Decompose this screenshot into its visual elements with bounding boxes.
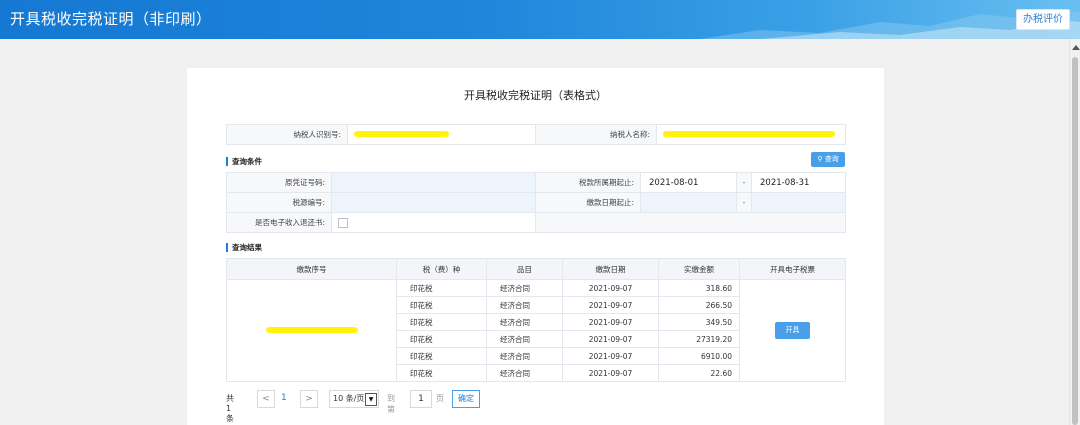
- tax-type-cell: 印花税: [396, 330, 487, 348]
- voucher-label: 原凭证号码:: [226, 172, 332, 193]
- item-cell: 经济合同: [486, 330, 563, 348]
- page-unit-label: 页: [436, 394, 444, 403]
- column-header: 缴款日期: [562, 258, 659, 280]
- current-page[interactable]: 1: [281, 393, 287, 403]
- page-size-select[interactable]: 10 条/页 ▼: [329, 390, 379, 408]
- results-section-title: 查询结果: [226, 243, 262, 252]
- issue-cell: 开具: [739, 279, 846, 382]
- column-header: 缴款序号: [226, 258, 397, 280]
- redaction-mark: [265, 327, 358, 333]
- column-header: 开具电子税票: [739, 258, 846, 280]
- tax-type-cell: 印花税: [396, 347, 487, 365]
- column-header: 税（费）种: [396, 258, 487, 280]
- refund-checkbox-cell: [331, 212, 536, 233]
- app-title: 开具税收完税证明（非印刷）: [10, 10, 212, 28]
- voucher-input[interactable]: [331, 172, 536, 193]
- paydate-label: 缴款日期起止:: [535, 192, 641, 213]
- page-scrollbar[interactable]: [1069, 39, 1080, 425]
- amount-cell: 349.50: [658, 313, 740, 331]
- date-cell: 2021-09-07: [562, 313, 659, 331]
- item-cell: 经济合同: [486, 364, 563, 382]
- item-cell: 经济合同: [486, 279, 563, 297]
- results-table: 缴款序号 税（费）种 品目 缴款日期 实缴金额 开具电子税票 印花税 经济合同 …: [226, 258, 846, 382]
- rate-service-button[interactable]: 办税评价: [1016, 9, 1070, 30]
- date-cell: 2021-09-07: [562, 347, 659, 365]
- table-header-row: 缴款序号 税（费）种 品目 缴款日期 实缴金额 开具电子税票: [226, 258, 846, 280]
- amount-cell: 6910.00: [658, 347, 740, 365]
- total-count: 共 1 条: [226, 394, 234, 423]
- main-card: 开具税收完税证明（表格式） 纳税人识别号: 纳税人名称: 查询条件 ⚲ 查询 原…: [187, 68, 884, 425]
- date-cell: 2021-09-07: [562, 330, 659, 348]
- tax-type-cell: 印花税: [396, 296, 487, 314]
- item-cell: 经济合同: [486, 296, 563, 314]
- date-cell: 2021-09-07: [562, 296, 659, 314]
- amount-cell: 318.60: [658, 279, 740, 297]
- date-cell: 2021-09-07: [562, 364, 659, 382]
- taxpayer-name-label: 纳税人名称:: [535, 124, 657, 145]
- amount-cell: 27319.20: [658, 330, 740, 348]
- period-separator: -: [736, 172, 752, 193]
- page-title: 开具税收完税证明（表格式）: [464, 89, 607, 102]
- confirm-page-button[interactable]: 确定: [452, 390, 480, 408]
- conditions-section-title: 查询条件: [226, 157, 262, 166]
- paydate-end-input[interactable]: [751, 192, 846, 213]
- paydate-start-input[interactable]: [640, 192, 737, 213]
- column-header: 实缴金额: [658, 258, 740, 280]
- goto-page-input[interactable]: 1: [410, 390, 432, 408]
- chevron-down-icon[interactable]: ▼: [365, 393, 377, 406]
- taxpayer-id-value: [347, 124, 536, 145]
- item-cell: 经济合同: [486, 347, 563, 365]
- redaction-mark: [354, 131, 449, 137]
- tax-type-cell: 印花税: [396, 364, 487, 382]
- date-cell: 2021-09-07: [562, 279, 659, 297]
- tax-type-cell: 印花税: [396, 313, 487, 331]
- taxpayer-id-label: 纳税人识别号:: [226, 124, 348, 145]
- query-button[interactable]: ⚲ 查询: [811, 152, 845, 167]
- item-cell: 经济合同: [486, 313, 563, 331]
- table-row: 印花税 经济合同 2021-09-07 318.60 开具: [226, 279, 846, 382]
- issue-button[interactable]: 开具: [775, 322, 810, 339]
- refund-label: 是否电子收入退还书:: [226, 212, 332, 233]
- goto-label: 到第: [387, 394, 395, 414]
- scroll-thumb[interactable]: [1072, 57, 1078, 425]
- period-end-input[interactable]: 2021-08-31: [751, 172, 846, 193]
- paydate-separator: -: [736, 192, 752, 213]
- search-icon: ⚲: [817, 155, 823, 163]
- amount-cell: 22.60: [658, 364, 740, 382]
- empty-cell: [535, 212, 846, 233]
- payment-serial-cell: [226, 279, 397, 382]
- period-start-input[interactable]: 2021-08-01: [640, 172, 737, 193]
- page-size-value: 10 条/页: [333, 394, 365, 403]
- taxpayer-name-value: [656, 124, 846, 145]
- amount-cell: 266.50: [658, 296, 740, 314]
- query-button-label: 查询: [824, 155, 839, 163]
- refund-checkbox[interactable]: [338, 217, 348, 228]
- tax-type-cell: 印花税: [396, 279, 487, 297]
- taxpayer-info-table: 纳税人识别号: 纳税人名称:: [226, 124, 846, 145]
- column-header: 品目: [486, 258, 563, 280]
- next-page-button[interactable]: >: [300, 390, 318, 408]
- app-header: 开具税收完税证明（非印刷） 办税评价: [0, 0, 1080, 39]
- source-input[interactable]: [331, 192, 536, 213]
- query-conditions-table: 原凭证号码: 税款所属期起止: 2021-08-01 - 2021-08-31 …: [226, 172, 846, 233]
- scroll-up-icon[interactable]: [1072, 45, 1080, 50]
- period-label: 税款所属期起止:: [535, 172, 641, 193]
- redaction-mark: [663, 131, 835, 137]
- source-label: 税源编号:: [226, 192, 332, 213]
- prev-page-button[interactable]: <: [257, 390, 275, 408]
